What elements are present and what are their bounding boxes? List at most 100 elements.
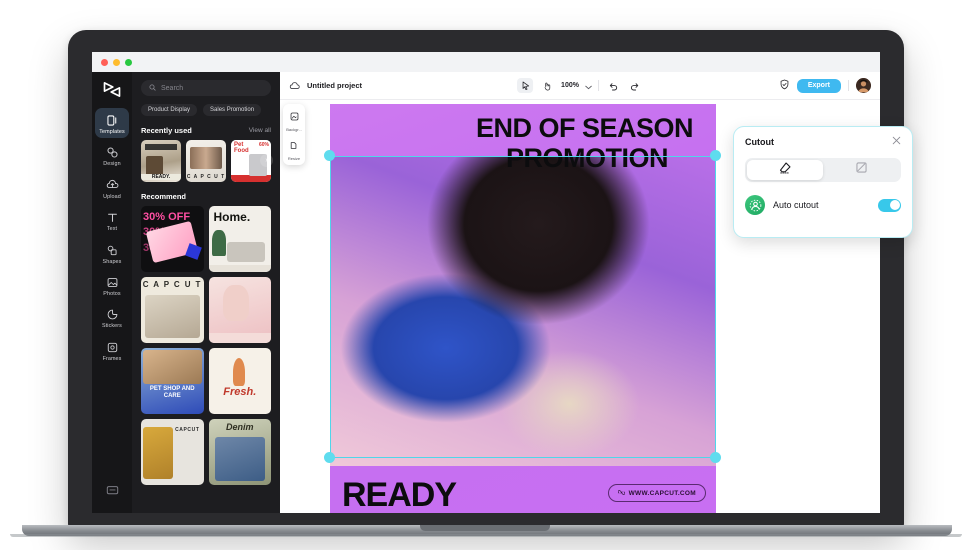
window-maximize-button[interactable] bbox=[125, 58, 132, 66]
auto-cutout-row: Auto cutout bbox=[745, 195, 901, 215]
window-minimize-button[interactable] bbox=[113, 58, 120, 66]
cutout-tool-segmented-control bbox=[745, 158, 901, 182]
view-all-link[interactable]: View all bbox=[249, 127, 271, 134]
export-button[interactable]: Export bbox=[796, 78, 841, 93]
float-background-button[interactable]: Backgr... bbox=[286, 108, 302, 132]
sidebar-item-shapes[interactable]: Shapes bbox=[95, 238, 129, 268]
template-caption: Fresh. bbox=[223, 386, 257, 398]
template-thumb[interactable]: CAPCUT bbox=[141, 419, 204, 485]
floating-object-toolbar: Backgr... Resize bbox=[283, 104, 305, 165]
cloud-icon bbox=[289, 77, 300, 95]
link-icon bbox=[617, 489, 625, 498]
selection-handle-top-left[interactable] bbox=[324, 150, 335, 161]
sidebar-item-photos[interactable]: Photos bbox=[95, 270, 129, 300]
auto-cutout-label: Auto cutout bbox=[773, 200, 819, 210]
cutout-panel: Cutout Auto cutout bbox=[733, 126, 913, 238]
template-caption: C A P C U T bbox=[186, 174, 226, 180]
recommend-grid: 30% OFF 30% OFF 30% OFF Home. C A P C U … bbox=[141, 206, 271, 485]
laptop-foot-shadow bbox=[10, 534, 962, 537]
eraser-tool-button[interactable] bbox=[747, 160, 823, 180]
sidebar-item-label: Upload bbox=[103, 193, 121, 200]
selection-bounding-box bbox=[330, 156, 716, 458]
sidebar-item-label: Frames bbox=[102, 355, 122, 362]
window-close-button[interactable] bbox=[101, 58, 108, 66]
template-thumb[interactable]: Fresh. bbox=[208, 348, 271, 414]
capcut-logo-icon[interactable] bbox=[99, 78, 125, 100]
sidebar-item-label: Shapes bbox=[102, 258, 122, 265]
close-icon[interactable] bbox=[892, 136, 901, 148]
template-thumb[interactable]: READY. bbox=[141, 140, 181, 182]
rail-bottom-area bbox=[92, 483, 132, 501]
cutout-panel-header: Cutout bbox=[745, 136, 901, 148]
chip-product-display[interactable]: Product Display bbox=[141, 104, 198, 116]
screenshot-stage: Templates Design Upload Text Shapes Phot… bbox=[0, 0, 970, 550]
template-thumb[interactable] bbox=[208, 277, 271, 343]
template-caption: READY. bbox=[141, 174, 181, 180]
hand-icon[interactable] bbox=[539, 78, 555, 93]
search-placeholder: Search bbox=[161, 84, 184, 92]
sidebar-item-text[interactable]: Text bbox=[95, 205, 129, 235]
toolbar-right-group: Export bbox=[779, 77, 871, 95]
recommend-header: Recommend bbox=[141, 192, 271, 201]
selection-handle-bottom-right[interactable] bbox=[710, 452, 721, 463]
search-icon bbox=[149, 84, 156, 93]
selection-handle-top-right[interactable] bbox=[710, 150, 721, 161]
toolbar-divider bbox=[848, 80, 849, 91]
chevron-down-icon[interactable] bbox=[585, 77, 592, 95]
project-name[interactable]: Untitled project bbox=[307, 81, 362, 90]
sidebar-item-frames[interactable]: Frames bbox=[95, 335, 129, 365]
cutout-panel-title: Cutout bbox=[745, 137, 774, 147]
sidebar-item-templates[interactable]: Templates bbox=[95, 108, 129, 139]
stickers-icon bbox=[105, 307, 120, 322]
auto-cutout-toggle[interactable] bbox=[878, 198, 901, 212]
selection-handle-bottom-left[interactable] bbox=[324, 452, 335, 463]
recently-used-header: Recently used View all bbox=[141, 126, 271, 135]
sidebar-item-label: Stickers bbox=[102, 323, 122, 330]
sidebar-item-label: Photos bbox=[103, 291, 121, 298]
cursor-select-icon[interactable] bbox=[517, 78, 534, 93]
templates-panel: Search Product Display Sales Promotion R… bbox=[132, 72, 280, 513]
search-input[interactable]: Search bbox=[141, 80, 271, 96]
restore-tool-button[interactable] bbox=[823, 160, 899, 180]
sidebar-item-design[interactable]: Design bbox=[95, 140, 129, 170]
template-thumb[interactable]: C A P C U T bbox=[141, 277, 204, 343]
sidebar-item-upload[interactable]: Upload bbox=[95, 173, 129, 203]
template-thumb[interactable]: Home. bbox=[208, 206, 271, 272]
toolbar-divider bbox=[597, 80, 599, 91]
footer-text[interactable]: READY bbox=[342, 478, 457, 512]
chevron-right-icon[interactable]: › bbox=[260, 154, 273, 167]
resize-icon bbox=[289, 137, 298, 155]
template-thumb[interactable]: 30% OFF 30% OFF 30% OFF bbox=[141, 206, 204, 272]
float-resize-button[interactable]: Resize bbox=[288, 137, 300, 161]
filter-chips: Product Display Sales Promotion bbox=[141, 104, 271, 116]
shapes-icon bbox=[105, 243, 120, 258]
section-title: Recently used bbox=[141, 126, 192, 135]
undo-icon[interactable] bbox=[605, 78, 621, 93]
section-title: Recommend bbox=[141, 192, 187, 201]
frames-icon bbox=[105, 340, 120, 355]
feedback-icon[interactable] bbox=[106, 483, 119, 501]
sidebar-item-stickers[interactable]: Stickers bbox=[95, 302, 129, 332]
template-caption: C A P C U T bbox=[142, 280, 202, 289]
chip-sales-promotion[interactable]: Sales Promotion bbox=[203, 104, 262, 116]
sidebar-item-label: Design bbox=[103, 161, 121, 168]
sidebar-item-label: Templates bbox=[99, 129, 125, 135]
template-caption: CAPCUT bbox=[175, 427, 200, 433]
url-pill[interactable]: WWW.CAPCUT.COM bbox=[607, 484, 706, 502]
template-thumb[interactable]: PET SHOP AND CARE bbox=[141, 348, 204, 414]
headline-line-1[interactable]: END OF SEASON bbox=[476, 115, 716, 142]
photos-icon bbox=[105, 275, 120, 290]
redo-icon[interactable] bbox=[627, 78, 643, 93]
template-thumb[interactable]: Denim bbox=[208, 419, 271, 485]
template-thumb[interactable]: C A P C U T bbox=[186, 140, 226, 182]
recently-used-row: READY. C A P C U T Pet Food 60% › bbox=[141, 140, 273, 182]
window-titlebar bbox=[92, 52, 880, 72]
toggle-knob bbox=[889, 200, 900, 210]
shield-check-icon[interactable] bbox=[779, 77, 790, 95]
editor-toolbar: Untitled project 100% Export bbox=[280, 72, 880, 100]
upload-icon bbox=[105, 178, 120, 193]
avatar[interactable] bbox=[856, 78, 871, 93]
left-rail: Templates Design Upload Text Shapes Phot… bbox=[92, 72, 132, 513]
eraser-icon bbox=[778, 161, 792, 180]
zoom-level[interactable]: 100% bbox=[561, 82, 579, 89]
